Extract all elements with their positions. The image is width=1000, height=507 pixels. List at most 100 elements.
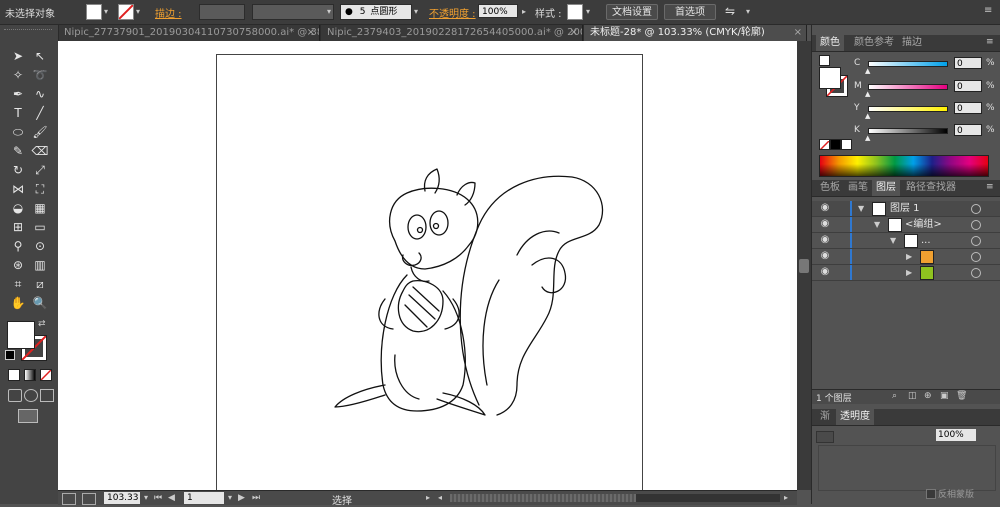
stroke-dropdown-icon[interactable]: ▾ [134, 5, 142, 19]
curvature-tool-icon[interactable]: ∿ [31, 85, 49, 103]
vertical-scrollbar[interactable] [797, 41, 811, 490]
eye-icon[interactable]: ◉ [818, 235, 832, 245]
artboard[interactable] [216, 54, 643, 491]
expand-icon[interactable]: ▼ [874, 217, 880, 232]
paintbrush-tool-icon[interactable]: 🖌 [31, 123, 49, 141]
tab-color[interactable]: 颜色 [816, 35, 844, 51]
arrange-icon[interactable]: ⇋ [725, 3, 745, 19]
eye-icon[interactable]: ◉ [818, 203, 832, 213]
squirrel-illustration[interactable] [217, 55, 642, 490]
layer-row[interactable]: ◉ ▼ <编组> [812, 217, 1000, 233]
close-icon[interactable]: × [570, 25, 578, 41]
clipping-mask-icon[interactable]: ◫ [908, 391, 917, 401]
symbol-sprayer-tool-icon[interactable]: ⊛ [9, 256, 27, 274]
selection-tool-icon[interactable]: ➤ [9, 47, 27, 65]
white-color-icon[interactable] [841, 139, 852, 150]
pencil-tool-icon[interactable]: ✎ [9, 142, 27, 160]
variable-width-dropdown-icon[interactable]: ▾ [325, 5, 333, 19]
artboard-nav-icon[interactable] [62, 493, 76, 505]
slider-c-track[interactable] [868, 61, 948, 67]
new-sublayer-icon[interactable]: ⊕ [924, 391, 932, 401]
eye-icon[interactable]: ◉ [818, 267, 832, 277]
layer-row[interactable]: ◉ ▶ [812, 249, 1000, 265]
invert-mask-checkbox[interactable] [926, 489, 936, 499]
target-icon[interactable] [971, 268, 981, 278]
tab-pathfinder[interactable]: 路径查找器 [902, 180, 960, 196]
panel-menu-icon[interactable]: ≡ [984, 4, 996, 18]
style-dropdown-icon[interactable]: ▾ [584, 5, 592, 19]
expand-icon[interactable]: ▼ [858, 201, 864, 216]
expand-icon[interactable]: ▶ [906, 265, 912, 280]
eye-icon[interactable]: ◉ [818, 251, 832, 261]
preferences-button[interactable]: 首选项 [664, 4, 716, 20]
target-icon[interactable] [971, 236, 981, 246]
width-tool-icon[interactable]: ⋈ [9, 180, 27, 198]
slider-c-value[interactable]: 0 [954, 57, 982, 69]
blend-tool-icon[interactable]: ⊙ [31, 237, 49, 255]
zoom-dropdown-icon[interactable]: ▾ [142, 491, 150, 505]
window-icon[interactable] [82, 493, 96, 505]
slider-m-thumb[interactable]: ▲ [865, 90, 870, 98]
slice-tool-icon[interactable]: ⧄ [31, 275, 49, 293]
slider-m-track[interactable] [868, 84, 948, 90]
transparency-opacity-field[interactable]: 100% [936, 429, 976, 441]
close-icon[interactable]: × [794, 25, 802, 41]
color-panel-fill-box[interactable] [819, 67, 841, 89]
shape-builder-tool-icon[interactable]: ◒ [9, 199, 27, 217]
status-menu-icon[interactable]: ▸ [426, 493, 434, 503]
default-colors-icon[interactable] [5, 350, 15, 360]
tab-swatches[interactable]: 色板 [816, 180, 844, 196]
gradient-mode-icon[interactable] [24, 369, 36, 381]
line-tool-icon[interactable]: ╱ [31, 104, 49, 122]
prev-artboard-icon[interactable]: ◀ [168, 492, 178, 504]
locate-object-icon[interactable]: ⌕ [892, 391, 897, 401]
tab-transparency[interactable]: 透明度 [836, 409, 874, 425]
column-graph-tool-icon[interactable]: ▥ [31, 256, 49, 274]
eraser-tool-icon[interactable]: ⌫ [31, 142, 49, 160]
black-color-icon[interactable] [830, 139, 841, 150]
slider-m-value[interactable]: 0 [954, 80, 982, 92]
delete-layer-icon[interactable]: 🗑 [956, 391, 967, 401]
layer-row[interactable]: ◉ ▼ ... [812, 233, 1000, 249]
tab-doc-1[interactable]: Nipic_27737901_20190304110730758000.ai* … [58, 25, 320, 41]
artboard-dropdown-icon[interactable]: ▾ [226, 491, 234, 505]
zoom-field[interactable]: 103.33 [104, 492, 140, 504]
style-swatch[interactable] [567, 4, 583, 20]
color-panel-menu-icon[interactable]: ≡ [986, 37, 996, 47]
mesh-tool-icon[interactable]: ⊞ [9, 218, 27, 236]
blend-mode-field[interactable] [816, 431, 834, 443]
direct-selection-tool-icon[interactable]: ↖ [31, 47, 49, 65]
perspective-grid-tool-icon[interactable]: ▦ [31, 199, 49, 217]
tab-brushes[interactable]: 画笔 [844, 180, 872, 196]
color-mode-icon[interactable] [8, 369, 20, 381]
eyedropper-tool-icon[interactable]: ⚲ [9, 237, 27, 255]
expand-icon[interactable]: ▶ [906, 249, 912, 264]
scale-tool-icon[interactable]: ⤢ [31, 161, 49, 179]
lasso-tool-icon[interactable]: ➰ [31, 66, 49, 84]
first-artboard-icon[interactable]: ⏮ [154, 492, 164, 504]
draw-behind-icon[interactable] [24, 389, 38, 402]
horizontal-scroll-thumb[interactable] [450, 494, 636, 502]
eye-icon[interactable]: ◉ [818, 219, 832, 229]
horizontal-scrollbar[interactable] [450, 494, 780, 502]
doc-setup-button[interactable]: 文档设置 [606, 4, 658, 20]
stroke-label[interactable]: 描边 : [155, 5, 182, 20]
opacity-label[interactable]: 不透明度 : [429, 5, 476, 20]
tab-color-guide[interactable]: 颜色参考 [850, 35, 898, 51]
zoom-tool-icon[interactable]: 🔍 [31, 294, 49, 312]
fill-swatch[interactable] [86, 4, 102, 20]
fill-dropdown-icon[interactable]: ▾ [102, 5, 110, 19]
layer-row[interactable]: ◉ ▼ 图层 1 [812, 201, 1000, 217]
slider-k-thumb[interactable]: ▲ [865, 134, 870, 142]
magic-wand-tool-icon[interactable]: ✧ [9, 66, 27, 84]
opacity-dropdown-icon[interactable]: ▸ [520, 5, 528, 19]
ellipse-tool-icon[interactable]: ⬭ [9, 123, 27, 141]
next-artboard-icon[interactable]: ▶ [238, 492, 248, 504]
rotate-tool-icon[interactable]: ↻ [9, 161, 27, 179]
hand-tool-icon[interactable]: ✋ [9, 294, 27, 312]
mini-fill-icon[interactable] [819, 55, 830, 66]
fill-color-box[interactable] [7, 321, 35, 349]
hscroll-right-icon[interactable]: ▸ [784, 493, 792, 503]
none-color-icon[interactable] [819, 139, 830, 150]
new-layer-icon[interactable]: ▣ [940, 391, 949, 401]
